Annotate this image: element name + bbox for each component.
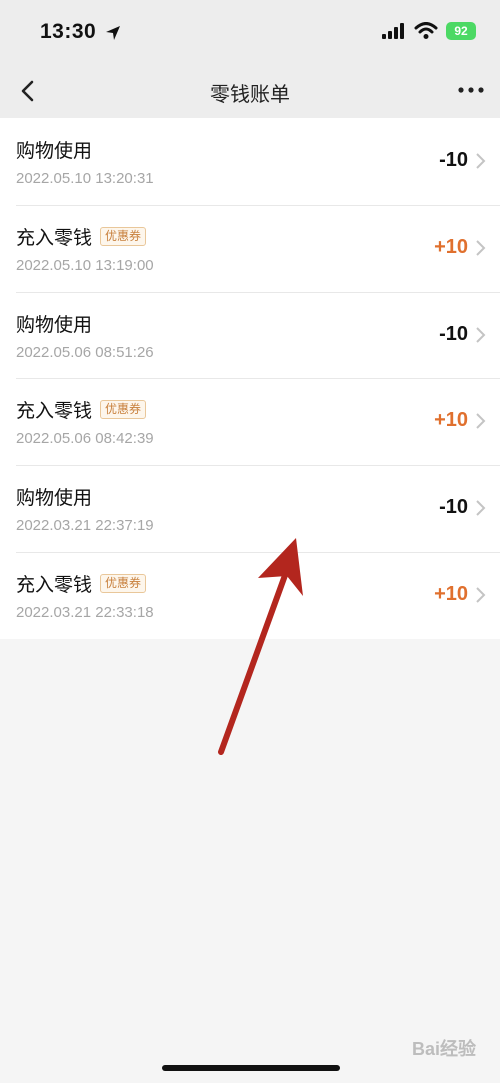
more-options-icon[interactable]: [456, 78, 486, 102]
navigation-bar: 零钱账单: [0, 64, 500, 118]
wifi-icon: [414, 22, 438, 39]
transaction-time: 2022.03.21 22:37:19: [16, 517, 154, 535]
chevron-right-icon: [476, 413, 486, 430]
transaction-title: 购物使用: [16, 483, 92, 510]
transaction-row[interactable]: 充入零钱 优惠券 2022.03.21 22:33:18 +10: [0, 551, 500, 639]
transaction-amount: +10: [434, 409, 468, 432]
transaction-amount: -10: [439, 322, 468, 345]
watermark: Bai经验: [411, 1039, 476, 1059]
chevron-right-icon: [476, 153, 486, 169]
battery-indicator: 92: [446, 22, 476, 40]
transaction-time: 2022.03.21 22:33:18: [16, 603, 154, 621]
transaction-title: 购物使用: [16, 310, 92, 337]
page-title: 零钱账单: [210, 82, 290, 106]
status-bar: 13:30 92: [0, 0, 500, 64]
coupon-badge: 优惠券: [100, 400, 147, 420]
transaction-row[interactable]: 充入零钱 优惠券 2022.05.06 08:42:39 +10: [0, 378, 500, 465]
transaction-amount: -10: [439, 149, 468, 171]
transaction-title-text: 购物使用: [16, 140, 93, 162]
transaction-time: 2022.05.10 13:20:31: [16, 170, 154, 187]
transaction-row[interactable]: 购物使用 2022.03.21 22:37:19 -10: [0, 465, 500, 552]
location-arrow-icon: [106, 26, 120, 40]
transaction-row[interactable]: 充入零钱 优惠券 2022.05.10 13:19:00 +10: [0, 204, 500, 292]
transaction-row[interactable]: 购物使用 2022.05.10 13:20:31 -10: [0, 118, 500, 205]
coupon-badge: 优惠券: [100, 226, 147, 246]
transaction-amount: +10: [434, 582, 468, 605]
transaction-title: 购物使用: [16, 136, 92, 163]
transaction-title-text: 购物使用: [16, 313, 93, 336]
transaction-title: 充入零钱 优惠券: [16, 223, 147, 250]
transaction-list: 购物使用 2022.05.10 13:20:31 -10 充入零钱 优惠券 20…: [0, 118, 500, 639]
transaction-time: 2022.05.06 08:51:26: [16, 343, 154, 361]
transaction-title: 充入零钱 优惠券: [16, 396, 147, 423]
transaction-amount: -10: [439, 496, 468, 519]
transaction-title-text: 充入零钱: [16, 400, 93, 423]
home-indicator[interactable]: [162, 1065, 340, 1071]
transaction-title-text: 充入零钱: [16, 573, 93, 596]
transaction-title-text: 充入零钱: [16, 226, 93, 249]
cellular-signal-icon: [382, 23, 404, 39]
chevron-right-icon: [476, 500, 486, 516]
chevron-right-icon: [476, 587, 486, 603]
transaction-title: 充入零钱 优惠券: [16, 570, 147, 597]
transaction-title-text: 购物使用: [16, 487, 93, 510]
chevron-right-icon: [476, 240, 486, 256]
status-time: 13:30: [40, 20, 97, 43]
transaction-amount: +10: [434, 235, 468, 258]
chevron-right-icon: [476, 326, 486, 343]
transaction-time: 2022.05.10 13:19:00: [16, 256, 154, 274]
transaction-row[interactable]: 购物使用 2022.05.06 08:51:26 -10: [0, 291, 500, 379]
status-icons: 92: [382, 22, 476, 40]
coupon-badge: 优惠券: [100, 573, 147, 593]
transaction-time: 2022.05.06 08:42:39: [16, 430, 154, 448]
